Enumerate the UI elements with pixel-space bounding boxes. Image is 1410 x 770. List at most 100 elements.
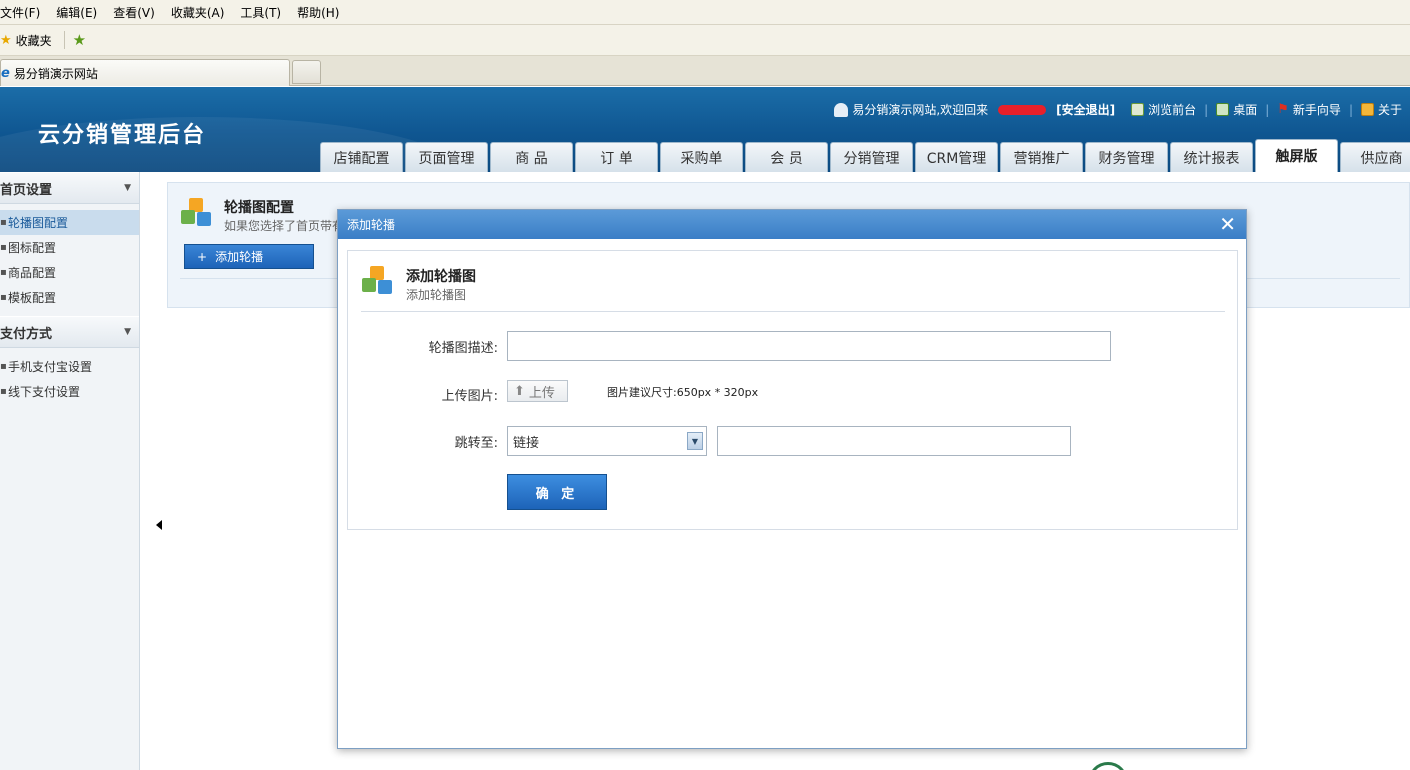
add-carousel-button[interactable]: + 添加轮播 — [184, 244, 314, 269]
jump-label: 跳转至: — [454, 436, 498, 451]
bullet-icon: ▪ — [0, 361, 7, 372]
sidebar-item-offline-pay[interactable]: ▪ 线下支付设置 — [0, 379, 139, 404]
plus-icon: + — [197, 249, 208, 264]
upload-button-label: 上传 — [528, 385, 555, 401]
sidebar-item-label: 商品配置 — [8, 266, 57, 280]
star-icon: ★ — [0, 32, 12, 48]
tab-finance[interactable]: 财务管理 — [1085, 142, 1168, 172]
upload-button[interactable]: ⬆ 上传 — [507, 380, 568, 402]
floating-icon[interactable] — [1088, 762, 1128, 770]
browse-icon — [1131, 103, 1145, 116]
sidebar-group-home[interactable]: 首页设置 ▼ — [0, 172, 139, 204]
browser-tab[interactable]: e 易分销演示网站 — [0, 59, 290, 86]
tab-reports[interactable]: 统计报表 — [1170, 142, 1253, 172]
browser-tab-title: 易分销演示网站 — [13, 66, 98, 81]
close-icon[interactable]: ✕ — [1219, 213, 1236, 235]
add-favorite-icon[interactable]: ★ — [73, 31, 86, 49]
sidebar-item-label: 模板配置 — [8, 291, 57, 305]
sidebar-item-icons[interactable]: ▪ 图标配置 — [0, 235, 139, 260]
app-header: 云分销管理后台 易分销演示网站,欢迎回来 [安全退出] 浏览前台 | 桌面 | … — [0, 87, 1410, 172]
confirm-button[interactable]: 确 定 — [507, 474, 607, 510]
desktop-link[interactable]: 桌面 — [1208, 101, 1265, 118]
page-description: 如果您选择了首页带有 — [224, 219, 345, 233]
chevron-down-icon: ▼ — [124, 327, 131, 337]
bullet-icon: ▪ — [0, 292, 7, 303]
boxes-icon — [362, 266, 394, 298]
image-size-hint: 图片建议尺寸:650px * 320px — [607, 386, 759, 399]
sidebar-item-templates[interactable]: ▪ 模板配置 — [0, 285, 139, 310]
sidebar-group-title: 首页设置 — [0, 182, 53, 198]
browser-tabbar: e 易分销演示网站 — [0, 56, 1410, 86]
redacted-username — [998, 104, 1047, 115]
sidebar-item-label: 线下支付设置 — [8, 385, 81, 399]
menu-edit[interactable]: 编辑(E) — [56, 4, 105, 21]
sidebar-item-label: 图标配置 — [8, 241, 57, 255]
sidebar: 首页设置 ▼ ▪ 轮播图配置 ▪ 图标配置 ▪ 商品配置 ▪ 模板配置 支付方式… — [0, 172, 140, 770]
tab-orders[interactable]: 订 单 — [575, 142, 658, 172]
page-title: 轮播图配置 — [224, 200, 294, 216]
favorites-button[interactable]: ★ 收藏夹 — [0, 32, 52, 49]
tab-store-config[interactable]: 店铺配置 — [320, 142, 403, 172]
new-tab-button[interactable] — [292, 60, 321, 84]
browser-menubar: 文件(F) 编辑(E) 查看(V) 收藏夹(A) 工具(T) 帮助(H) — [0, 0, 1410, 25]
browse-frontend-label: 浏览前台 — [1148, 103, 1197, 117]
tab-members[interactable]: 会 员 — [745, 142, 828, 172]
sidebar-item-products[interactable]: ▪ 商品配置 — [0, 260, 139, 285]
ie-icon: e — [1, 65, 10, 81]
bullet-icon: ▪ — [0, 267, 7, 278]
tab-page-manage[interactable]: 页面管理 — [405, 142, 488, 172]
menu-file[interactable]: 文件(F) — [0, 4, 48, 21]
desktop-label: 桌面 — [1233, 103, 1258, 117]
lock-icon — [1360, 103, 1374, 116]
tab-touch[interactable]: 触屏版 — [1255, 139, 1338, 172]
dialog-subtitle: 添加轮播图 — [406, 288, 467, 302]
favbar-divider — [63, 31, 65, 49]
about-label: 关于 — [1377, 103, 1402, 117]
dialog-title: 添加轮播图 — [406, 269, 476, 285]
description-label: 轮播图描述: — [428, 341, 498, 356]
menu-tools[interactable]: 工具(T) — [240, 4, 289, 21]
tab-purchase[interactable]: 采购单 — [660, 142, 743, 172]
about-link[interactable]: 关于 — [1353, 101, 1410, 118]
description-input[interactable] — [507, 331, 1111, 361]
welcome-text: 易分销演示网站,欢迎回来 — [852, 103, 989, 117]
tab-crm[interactable]: CRM管理 — [915, 142, 998, 172]
menu-favorites[interactable]: 收藏夹(A) — [171, 4, 233, 21]
sidebar-item-label: 手机支付宝设置 — [8, 360, 93, 374]
welcome-area: 易分销演示网站,欢迎回来 [安全退出] — [826, 101, 1123, 118]
dialog-header-title: 添加轮播 — [347, 218, 396, 232]
chevron-down-icon[interactable]: ▼ — [687, 432, 703, 450]
user-icon — [834, 102, 849, 117]
sidebar-group-payment[interactable]: 支付方式 ▼ — [0, 316, 139, 348]
flag-icon: ⚑ — [1277, 102, 1289, 117]
jump-type-value: 链接 — [513, 435, 540, 451]
sidebar-item-label: 轮播图配置 — [8, 216, 69, 230]
guide-label: 新手向导 — [1292, 103, 1341, 117]
favorites-bar: ★ 收藏夹 ★ — [0, 25, 1410, 56]
menu-view[interactable]: 查看(V) — [113, 4, 163, 21]
dialog-titlebar[interactable]: 添加轮播 ✕ — [338, 210, 1246, 239]
tab-products[interactable]: 商 品 — [490, 142, 573, 172]
jump-type-select[interactable]: 链接 ▼ — [507, 426, 707, 456]
dialog-form: 添加轮播图 添加轮播图 轮播图描述: 上传图片: ⬆ 上传 图片建议尺寸:650… — [347, 250, 1238, 530]
sidebar-item-carousel[interactable]: ▪ 轮播图配置 — [0, 210, 139, 235]
guide-link[interactable]: ⚑ 新手向导 — [1269, 101, 1349, 118]
browse-frontend-link[interactable]: 浏览前台 — [1123, 101, 1204, 118]
tab-distribution[interactable]: 分销管理 — [830, 142, 913, 172]
divider — [361, 311, 1225, 312]
boxes-icon — [181, 198, 213, 230]
desktop-icon — [1216, 103, 1230, 116]
add-carousel-label: 添加轮播 — [215, 250, 264, 264]
bullet-icon: ▪ — [0, 217, 7, 228]
add-carousel-dialog: 添加轮播 ✕ 添加轮播图 添加轮播图 轮播图描述: 上传图片: ⬆ 上传 图片建… — [337, 209, 1247, 749]
jump-link-input[interactable] — [717, 426, 1071, 456]
tab-marketing[interactable]: 营销推广 — [1000, 142, 1083, 172]
chevron-down-icon: ▼ — [124, 183, 131, 193]
sidebar-collapse-icon[interactable] — [156, 520, 162, 530]
tab-supplier[interactable]: 供应商 — [1340, 142, 1410, 172]
sidebar-item-alipay[interactable]: ▪ 手机支付宝设置 — [0, 354, 139, 379]
logout-link[interactable]: [安全退出] — [1056, 101, 1115, 118]
bullet-icon: ▪ — [0, 386, 7, 397]
menu-help[interactable]: 帮助(H) — [297, 4, 347, 21]
upload-label: 上传图片: — [441, 389, 498, 404]
